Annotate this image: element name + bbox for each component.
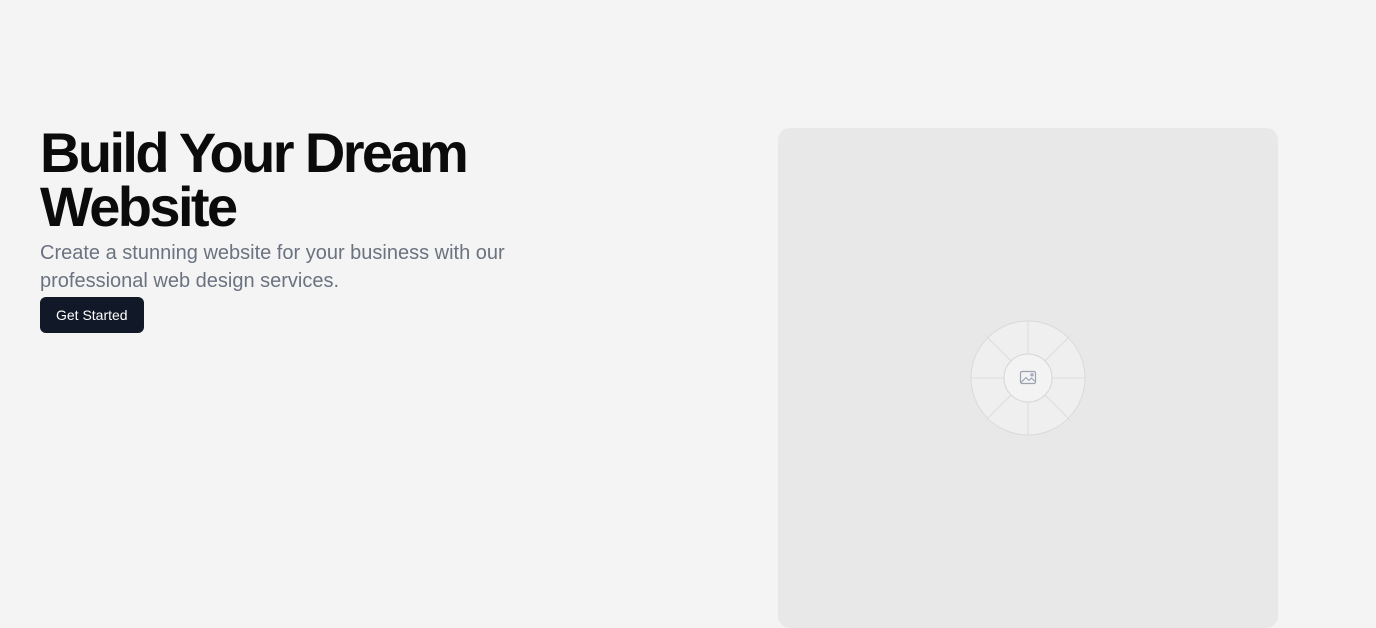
hero-subtitle: Create a stunning website for your busin…	[40, 242, 505, 292]
image-icon	[953, 303, 1103, 453]
hero-image-placeholder	[778, 128, 1278, 628]
hero-title-line-1: Build Your Dream	[40, 121, 469, 184]
hero-title: Build Your Dream Website	[40, 121, 600, 238]
get-started-button[interactable]: Get Started	[40, 297, 144, 333]
hero-content: Build Your Dream Website Create a stunni…	[40, 121, 600, 333]
hero-title-line-2: Website	[40, 175, 238, 238]
